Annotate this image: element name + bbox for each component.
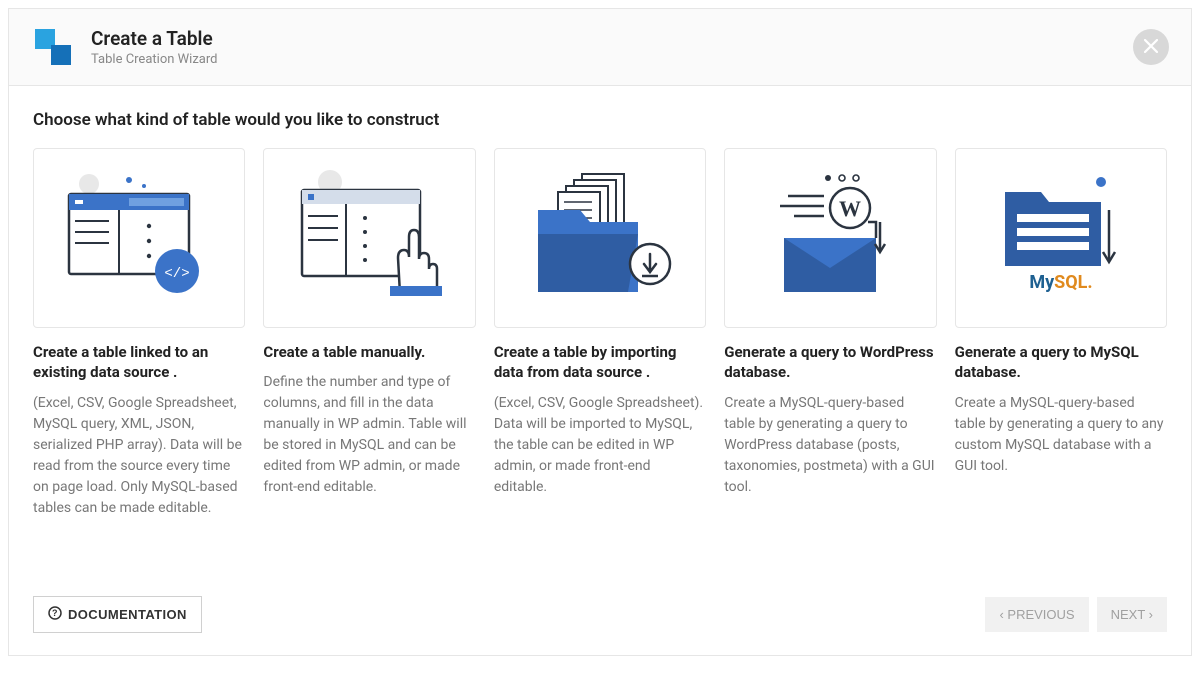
documentation-button[interactable]: ? DOCUMENTATION <box>33 596 202 633</box>
card-desc: (Excel, CSV, Google Spreadsheet). Data w… <box>494 393 706 498</box>
card-title: Generate a query to MySQL database. <box>955 342 1167 383</box>
card-import: Create a table by importing data from da… <box>494 148 706 519</box>
card-option-wp-query[interactable]: W <box>724 148 936 328</box>
card-title: Generate a query to WordPress database. <box>724 342 936 383</box>
wizard-panel: Create a Table Table Creation Wizard Cho… <box>8 8 1192 656</box>
page-title: Create a Table <box>91 27 217 50</box>
card-option-manual[interactable] <box>263 148 475 328</box>
wizard-logo-icon <box>33 27 73 67</box>
card-option-mysql-query[interactable]: MySQL. <box>955 148 1167 328</box>
next-button[interactable]: NEXT › <box>1097 597 1167 632</box>
svg-text:MySQL.: MySQL. <box>1029 272 1092 293</box>
card-wp-query: W Generate a query t <box>724 148 936 519</box>
help-icon: ? <box>48 606 62 623</box>
card-mysql-query: MySQL. Generate a query to MySQL databas… <box>955 148 1167 519</box>
close-button[interactable] <box>1133 29 1169 65</box>
documentation-label: DOCUMENTATION <box>68 607 187 622</box>
linked-source-illustration-icon: </> <box>59 166 219 310</box>
content: Choose what kind of table would you like… <box>9 86 1191 578</box>
svg-text:</>: </> <box>165 266 190 282</box>
page-subtitle: Table Creation Wizard <box>91 52 217 67</box>
import-illustration-icon <box>520 166 680 310</box>
previous-button[interactable]: ‹ PREVIOUS <box>985 597 1088 632</box>
card-title: Create a table manually. <box>263 342 475 362</box>
section-heading: Choose what kind of table would you like… <box>33 110 1167 130</box>
card-option-import[interactable] <box>494 148 706 328</box>
card-desc: Create a MySQL-query-based table by gene… <box>955 393 1167 477</box>
header-text: Create a Table Table Creation Wizard <box>91 27 217 67</box>
next-label: NEXT <box>1111 607 1145 622</box>
card-desc: Create a MySQL-query-based table by gene… <box>724 393 936 498</box>
card-manual: Create a table manually. Define the numb… <box>263 148 475 519</box>
card-option-linked-source[interactable]: </> <box>33 148 245 328</box>
footer: ? DOCUMENTATION ‹ PREVIOUS NEXT › <box>9 578 1191 655</box>
header: Create a Table Table Creation Wizard <box>9 9 1191 86</box>
chevron-right-icon: › <box>1149 607 1153 622</box>
card-row: </> Create a table linked to an existing… <box>33 148 1167 519</box>
card-desc: (Excel, CSV, Google Spreadsheet, MySQL q… <box>33 393 245 519</box>
mysql-query-illustration-icon: MySQL. <box>981 166 1141 310</box>
close-icon <box>1144 38 1158 57</box>
previous-label: PREVIOUS <box>1007 607 1074 622</box>
manual-illustration-icon <box>290 166 450 310</box>
chevron-left-icon: ‹ <box>999 607 1003 622</box>
card-desc: Define the number and type of columns, a… <box>263 372 475 498</box>
card-title: Create a table by importing data from da… <box>494 342 706 383</box>
svg-text:?: ? <box>52 608 58 618</box>
wordpress-query-illustration-icon: W <box>750 166 910 310</box>
svg-text:W: W <box>839 196 861 221</box>
card-linked-source: </> Create a table linked to an existing… <box>33 148 245 519</box>
card-title: Create a table linked to an existing dat… <box>33 342 245 383</box>
